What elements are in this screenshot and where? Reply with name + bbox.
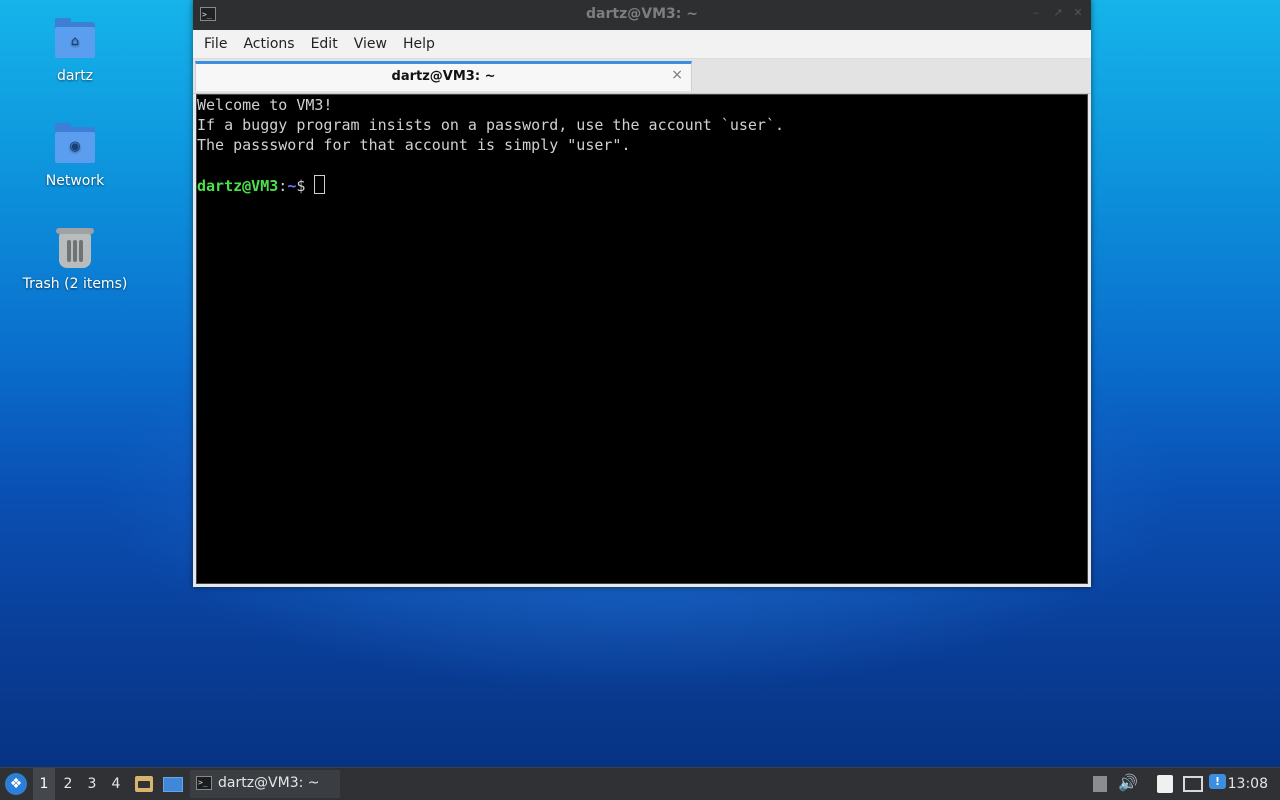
minimize-icon[interactable]: – (1029, 6, 1043, 20)
clock[interactable]: 13:08 (1228, 768, 1268, 800)
terminal-line: The passsword for that account is simply… (197, 136, 631, 154)
trash-icon (53, 226, 97, 270)
menu-bar: File Actions Edit View Help (193, 30, 1091, 59)
tab-terminal[interactable]: dartz@VM3: ~ × (195, 61, 692, 91)
terminal-prompt: dartz@VM3:~$ (197, 175, 1087, 195)
show-desktop-icon[interactable] (163, 777, 183, 792)
desktop-icon-home[interactable]: ⌂ dartz (20, 18, 130, 84)
prompt-colon: : (278, 177, 288, 195)
network-folder-icon: ◉ (53, 123, 97, 167)
workspace-1[interactable]: 1 (33, 768, 55, 800)
desktop-icon-label: Network (45, 173, 105, 189)
home-folder-icon: ⌂ (53, 18, 97, 62)
terminal-task-icon: >_ (196, 776, 212, 790)
taskbar: ❖ 1 2 3 4 >_ dartz@VM3: ~ 🔊 ! 13:08 (0, 767, 1280, 800)
terminal-cursor (314, 175, 326, 194)
taskbar-task-terminal[interactable]: >_ dartz@VM3: ~ (190, 770, 340, 798)
desktop-icon-network[interactable]: ◉ Network (20, 123, 130, 189)
tab-label: dartz@VM3: ~ (391, 69, 496, 84)
desktop-icon-label: dartz (56, 68, 94, 84)
volume-icon[interactable]: 🔊 (1118, 774, 1138, 792)
menu-file[interactable]: File (197, 30, 234, 58)
terminal-output[interactable]: Welcome to VM3! If a buggy program insis… (196, 94, 1088, 584)
prompt-path: ~ (287, 177, 297, 195)
update-notifier-icon[interactable]: ! (1209, 774, 1226, 789)
tab-close-icon[interactable]: × (671, 67, 683, 83)
prompt-symbol: $ (296, 177, 306, 195)
window-title: dartz@VM3: ~ (586, 6, 698, 22)
menu-edit[interactable]: Edit (304, 30, 345, 58)
menu-view[interactable]: View (347, 30, 394, 58)
desktop-icon-label: Trash (2 items) (22, 276, 128, 292)
start-menu-icon[interactable]: ❖ (5, 773, 27, 795)
menu-help[interactable]: Help (396, 30, 442, 58)
prompt-user-host: dartz@VM3 (197, 177, 279, 195)
tray-expand-icon[interactable] (1093, 776, 1107, 792)
terminal-line: Welcome to VM3! (197, 96, 333, 114)
window-titlebar[interactable]: >_ dartz@VM3: ~ – ↗ ✕ (193, 0, 1091, 30)
taskbar-task-label: dartz@VM3: ~ (218, 775, 320, 791)
file-manager-launcher-icon[interactable] (135, 776, 153, 792)
workspace-4[interactable]: 4 (105, 768, 127, 800)
terminal-window: >_ dartz@VM3: ~ – ↗ ✕ File Actions Edit … (193, 0, 1091, 587)
workspace-2[interactable]: 2 (57, 768, 79, 800)
menu-actions[interactable]: Actions (236, 30, 301, 58)
network-icon[interactable] (1183, 776, 1203, 792)
tab-bar: dartz@VM3: ~ × (193, 59, 1091, 94)
clipboard-icon[interactable] (1157, 775, 1173, 793)
workspace-3[interactable]: 3 (81, 768, 103, 800)
desktop-icon-trash[interactable]: Trash (2 items) (20, 226, 130, 292)
terminal-line: If a buggy program insists on a password… (197, 116, 784, 134)
close-icon[interactable]: ✕ (1071, 6, 1085, 20)
maximize-icon[interactable]: ↗ (1051, 6, 1065, 20)
